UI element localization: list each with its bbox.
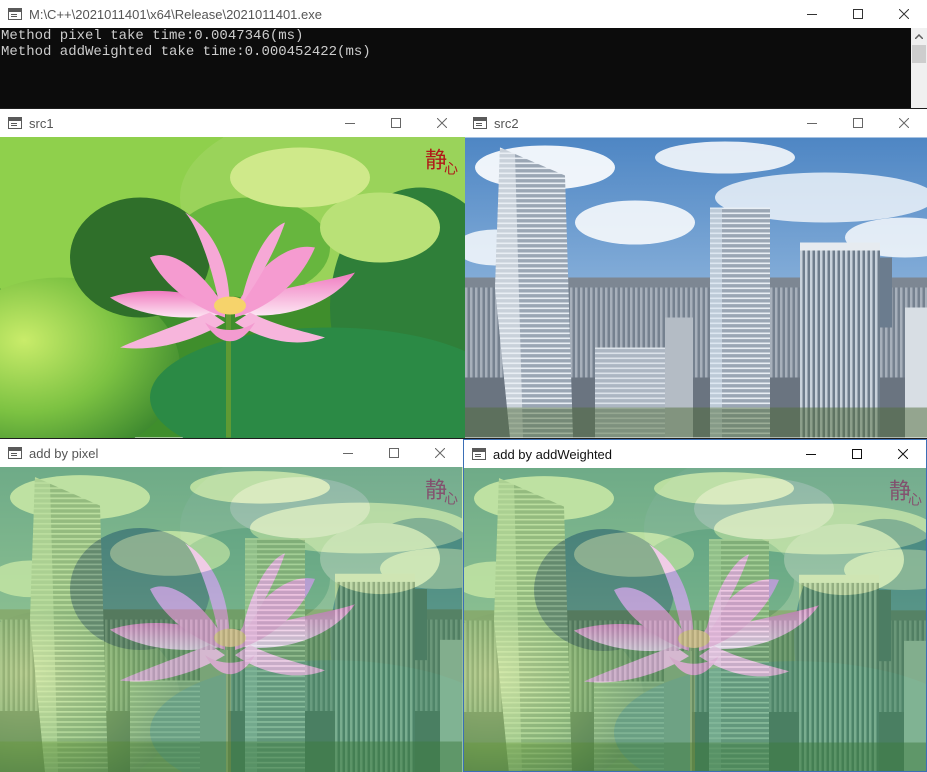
opencv-window-icon [473,117,487,129]
scroll-up-arrow[interactable] [911,28,927,44]
src1-title: src1 [29,115,54,131]
console-output[interactable]: Method pixel take time:0.0047346(ms) Met… [0,28,911,108]
minimize-button[interactable] [788,440,834,468]
chevron-up-icon [915,33,923,39]
add-by-pixel-titlebar[interactable]: add by pixel [0,439,463,467]
src2-titlebar[interactable]: src2 [465,109,927,137]
minimize-button[interactable] [325,439,371,467]
maximize-icon [853,9,863,19]
close-button[interactable] [880,440,926,468]
maximize-button[interactable] [834,440,880,468]
console-scrollbar[interactable] [911,28,927,108]
maximize-icon [853,118,863,128]
add-by-addweighted-image [464,468,926,771]
minimize-button[interactable] [327,109,373,137]
scrollbar-thumb[interactable] [912,45,926,63]
maximize-icon [391,118,401,128]
maximize-icon [389,448,399,458]
console-app-icon [8,8,22,20]
minimize-button[interactable] [789,109,835,137]
minimize-icon [806,454,816,455]
minimize-button[interactable] [789,0,835,28]
minimize-icon [345,123,355,124]
close-icon [898,449,908,459]
add-by-addweighted-titlebar[interactable]: add by addWeighted [464,440,926,468]
minimize-icon [343,453,353,454]
close-icon [899,9,909,19]
add-by-pixel-title: add by pixel [29,445,99,461]
maximize-button[interactable] [835,0,881,28]
src2-window: src2 [465,109,927,438]
console-window: M:\C++\2021011401\x64\Release\2021011401… [0,0,927,108]
minimize-icon [807,14,817,15]
src1-window: src1 [0,109,465,438]
maximize-button[interactable] [371,439,417,467]
minimize-icon [807,123,817,124]
close-button[interactable] [417,439,463,467]
console-titlebar[interactable]: M:\C++\2021011401\x64\Release\2021011401… [0,0,927,28]
close-button[interactable] [881,0,927,28]
console-line: Method pixel take time:0.0047346(ms) [1,28,304,44]
close-icon [899,118,909,128]
src2-image [465,137,927,438]
maximize-icon [852,449,862,459]
add-by-pixel-image [0,467,463,772]
close-button[interactable] [419,109,465,137]
add-by-addweighted-window: add by addWeighted [463,439,927,772]
src1-titlebar[interactable]: src1 [0,109,465,137]
add-by-addweighted-title: add by addWeighted [493,446,613,462]
close-button[interactable] [881,109,927,137]
src2-title: src2 [494,115,519,131]
src1-image [0,137,465,438]
close-icon [435,448,445,458]
add-by-pixel-window: add by pixel [0,439,463,772]
maximize-button[interactable] [373,109,419,137]
console-line: Method addWeighted take time:0.000452422… [1,44,371,60]
opencv-window-icon [472,448,486,460]
console-title: M:\C++\2021011401\x64\Release\2021011401… [29,6,322,22]
opencv-window-icon [8,447,22,459]
close-icon [437,118,447,128]
opencv-window-icon [8,117,22,129]
maximize-button[interactable] [835,109,881,137]
